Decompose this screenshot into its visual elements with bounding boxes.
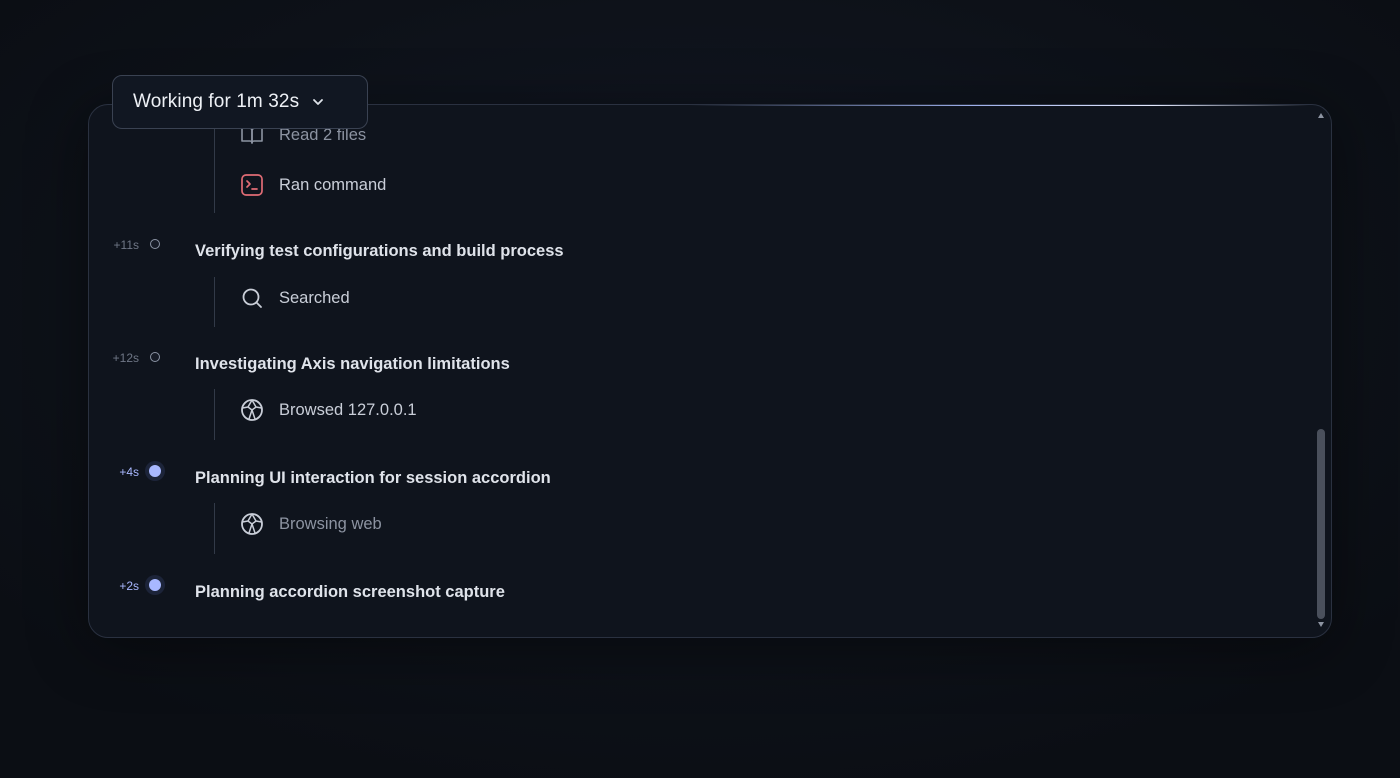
step-time: +12s	[112, 351, 139, 365]
step-status-dot	[150, 239, 160, 249]
sub-step-searched[interactable]: Searched	[239, 285, 350, 311]
terminal-icon	[239, 172, 265, 198]
scroll-up-arrow-icon[interactable]	[1318, 113, 1324, 118]
working-status-label: Working for 1m 32s	[133, 91, 300, 112]
step-status-dot	[149, 579, 161, 591]
sub-step-browsed[interactable]: Browsed 127.0.0.1	[239, 397, 417, 423]
sub-step-label: Browsing web	[279, 514, 382, 533]
sub-step-ran-command[interactable]: Ran command	[239, 172, 386, 198]
scroll-down-arrow-icon[interactable]	[1318, 622, 1324, 627]
step-status-dot	[149, 465, 161, 477]
sub-step-browsing-web[interactable]: Browsing web	[239, 511, 382, 537]
working-status-toggle[interactable]: Working for 1m 32s	[112, 75, 368, 129]
scrollbar-thumb[interactable]	[1317, 429, 1325, 619]
step-title: Planning accordion screenshot capture	[195, 583, 505, 601]
globe-icon	[239, 511, 265, 537]
sub-step-label: Browsed 127.0.0.1	[279, 400, 417, 419]
step-time: +2s	[119, 579, 139, 593]
chevron-down-icon	[311, 95, 325, 109]
timeline-connector	[214, 277, 215, 327]
timeline-connector	[214, 125, 215, 213]
step-time: +11s	[113, 238, 139, 252]
step-status-dot	[150, 352, 160, 362]
step-title: Planning UI interaction for session acco…	[195, 469, 551, 487]
timeline-connector	[214, 503, 215, 554]
activity-timeline: Read 2 files Ran command +11s Verifying …	[89, 105, 1309, 637]
step-title: Verifying test configurations and build …	[195, 242, 564, 260]
search-icon	[239, 285, 265, 311]
sub-step-label: Ran command	[279, 175, 387, 194]
step-title: Investigating Axis navigation limitation…	[195, 355, 510, 373]
timeline-connector	[214, 389, 215, 440]
step-time: +4s	[119, 465, 139, 479]
sub-step-label: Searched	[279, 288, 350, 307]
scrollbar[interactable]	[1317, 113, 1325, 627]
activity-panel[interactable]: Read 2 files Ran command +11s Verifying …	[88, 104, 1332, 638]
globe-icon	[239, 397, 265, 423]
